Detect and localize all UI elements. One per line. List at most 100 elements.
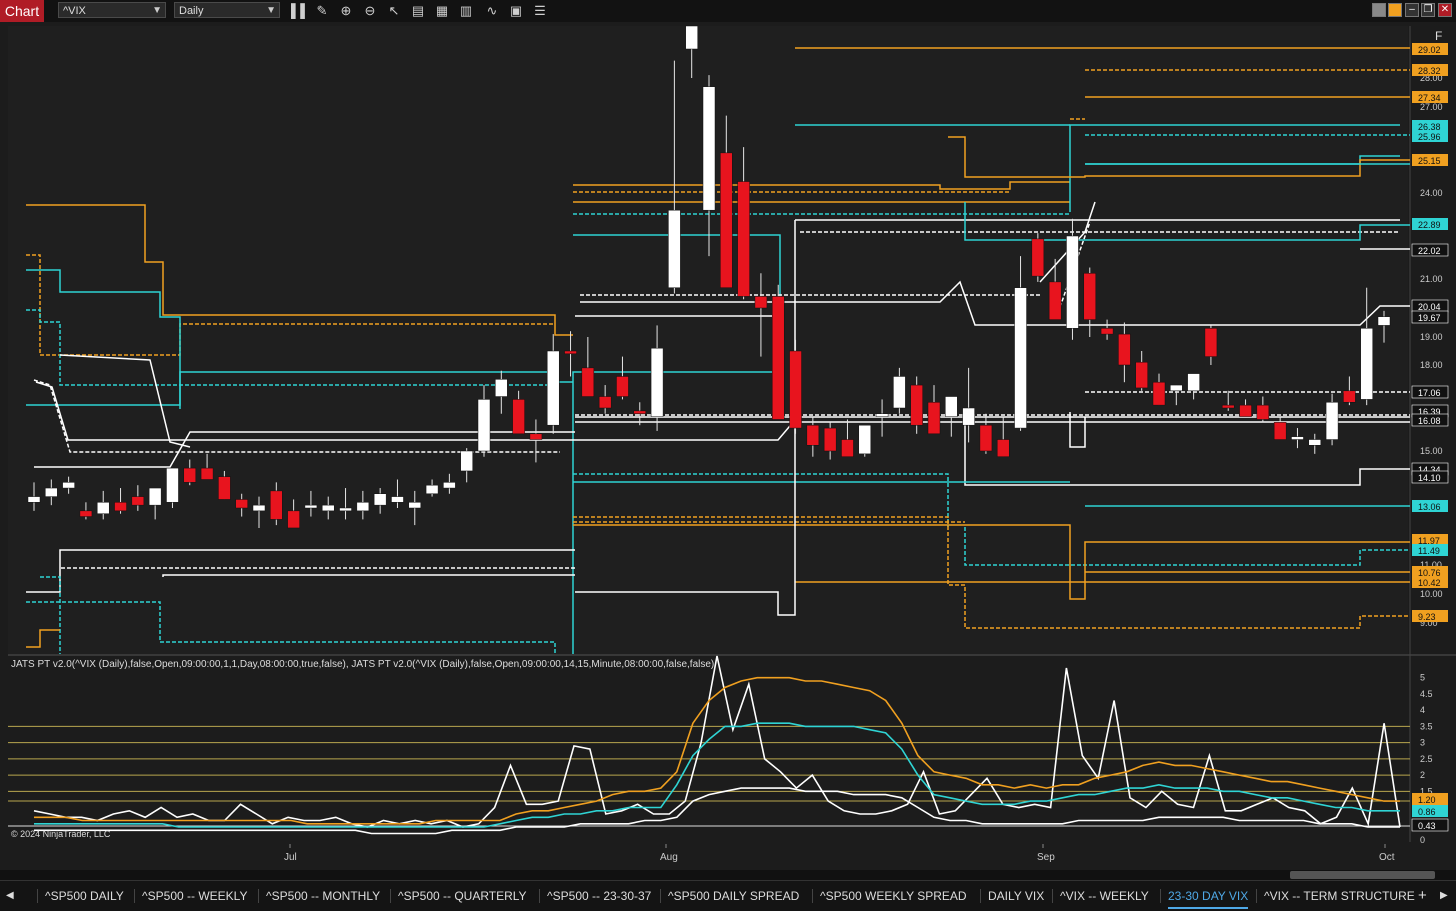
- price-label-text: 29.02: [1418, 45, 1441, 55]
- price-label-text: 14.10: [1418, 473, 1441, 483]
- zoom-in-icon[interactable]: ⊕: [338, 3, 354, 19]
- candle-body: [183, 467, 197, 483]
- tab-separator: [980, 889, 981, 903]
- scrollbar-thumb[interactable]: [1290, 871, 1435, 879]
- candle-body: [495, 379, 508, 397]
- tab-sp500-monthly[interactable]: ^SP500 -- MONTHLY: [266, 885, 380, 907]
- candle-body: [979, 424, 993, 452]
- candle-body: [1360, 328, 1373, 400]
- close-icon[interactable]: ✕: [1438, 3, 1452, 17]
- horizontal-scrollbar[interactable]: [0, 870, 1456, 880]
- candle-body: [1325, 402, 1339, 440]
- candle-body: [79, 510, 93, 517]
- candle-body: [408, 502, 422, 509]
- tab-separator: [134, 889, 135, 903]
- menu-icon[interactable]: ☰: [532, 3, 548, 19]
- price-label-text: 9.23: [1418, 612, 1436, 622]
- strategies-icon[interactable]: ▥: [458, 3, 474, 19]
- price-label-text: 20.04: [1418, 302, 1441, 312]
- link-gray-icon[interactable]: [1372, 3, 1386, 17]
- tab-sp500-weekly-spread[interactable]: ^SP500 WEEKLY SPREAD: [820, 885, 967, 907]
- tab-sp500-quarterly[interactable]: ^SP500 -- QUARTERLY: [398, 885, 527, 907]
- tab-sp500-daily[interactable]: ^SP500 DAILY: [45, 885, 124, 907]
- candle-body: [27, 496, 41, 503]
- tab-sp500-daily-spread[interactable]: ^SP500 DAILY SPREAD: [668, 885, 799, 907]
- indicator-label-text: 0.86: [1418, 807, 1436, 817]
- tab-separator: [812, 889, 813, 903]
- tab-separator: [660, 889, 661, 903]
- interval-selector[interactable]: Daily ▼: [174, 2, 280, 18]
- candle-body: [425, 484, 439, 495]
- chart-title: Chart: [0, 0, 44, 22]
- candle-body: [945, 396, 958, 417]
- bar-type-icon[interactable]: ▌▌: [291, 3, 309, 19]
- price-label-text: 16.08: [1418, 416, 1441, 426]
- price-label-text: 11.49: [1418, 546, 1440, 556]
- candle-body: [616, 376, 629, 397]
- candle-body: [529, 433, 543, 440]
- restore-icon[interactable]: ❐: [1421, 3, 1435, 17]
- candle-body: [1118, 333, 1131, 366]
- tab-sp500-weekly[interactable]: ^SP500 -- WEEKLY: [142, 885, 247, 907]
- candle-body: [1152, 381, 1166, 406]
- draw-pencil-icon[interactable]: ✎: [314, 3, 330, 19]
- add-tab-button[interactable]: +: [1418, 885, 1427, 907]
- candle-body: [1135, 361, 1148, 389]
- link-orange-icon[interactable]: [1388, 3, 1402, 17]
- tab-separator: [37, 889, 38, 903]
- properties-icon[interactable]: ▦: [434, 3, 450, 19]
- price-tick: 10.00: [1420, 589, 1443, 599]
- data-box-icon[interactable]: ▤: [410, 3, 426, 19]
- date-label: Oct: [1379, 852, 1395, 863]
- tab-vix-term-structure[interactable]: ^VIX -- TERM STRUCTURE: [1264, 885, 1415, 907]
- indicators-icon[interactable]: ∿: [484, 3, 500, 19]
- candle-body: [1221, 404, 1235, 409]
- price-tick: 21.00: [1420, 274, 1443, 284]
- tab-separator: [1052, 889, 1053, 903]
- price-label-text: 22.02: [1418, 246, 1441, 256]
- candle-body: [823, 427, 837, 452]
- tab-scroll-right-icon[interactable]: ▶: [1440, 885, 1448, 907]
- candle-body: [287, 510, 300, 529]
- price-label-text: 22.89: [1418, 220, 1441, 230]
- candle-body: [96, 502, 110, 514]
- candle-body: [858, 424, 872, 455]
- candle-body: [148, 487, 162, 506]
- tab-scroll-left-icon[interactable]: ◀: [6, 885, 14, 907]
- price-tick: 19.00: [1420, 332, 1443, 342]
- price-label-text: 25.96: [1418, 132, 1441, 142]
- candle-body: [304, 504, 318, 509]
- indicator-tick: 4: [1420, 705, 1425, 715]
- tab-sp500-23-30-37[interactable]: ^SP500 -- 23-30-37: [547, 885, 651, 907]
- indicator-tick: 2.5: [1420, 754, 1433, 764]
- instrument-selector[interactable]: ^VIX ▼: [58, 2, 166, 18]
- candle-body: [841, 439, 854, 457]
- candle-body: [1100, 328, 1114, 335]
- candle-body: [1256, 404, 1270, 420]
- candle-body: [356, 502, 370, 512]
- price-label-text: 13.06: [1418, 502, 1441, 512]
- pointer-icon[interactable]: ↖: [386, 3, 402, 19]
- zoom-out-icon[interactable]: ⊖: [362, 3, 378, 19]
- interval-value: Daily: [179, 5, 204, 17]
- candle-body: [702, 86, 716, 211]
- indicator-label: JATS PT v2.0(^VIX (Daily),false,Open,09:…: [11, 659, 714, 670]
- candle-body: [806, 424, 820, 446]
- date-label: Sep: [1037, 852, 1055, 863]
- price-tick: 24.00: [1420, 188, 1443, 198]
- tab-daily-vix[interactable]: DAILY VIX: [988, 885, 1044, 907]
- candle-body: [685, 25, 698, 50]
- templates-icon[interactable]: ▣: [508, 3, 524, 19]
- candle-body: [754, 296, 768, 309]
- candle-body: [1031, 238, 1045, 277]
- tab-23-30-day-vix[interactable]: 23-30 DAY VIX: [1168, 885, 1249, 909]
- chart-area[interactable]: 29.0028.0027.0024.0021.0019.0018.0015.00…: [0, 22, 1456, 870]
- candle-body: [1239, 404, 1252, 417]
- candle-body: [270, 490, 283, 520]
- candle-body: [373, 493, 387, 506]
- minimize-icon[interactable]: –: [1405, 3, 1419, 17]
- indicator-label-text: 1.20: [1418, 795, 1436, 805]
- candle-body: [1343, 390, 1356, 403]
- tab-vix-weekly[interactable]: ^VIX -- WEEKLY: [1060, 885, 1149, 907]
- price-label-text: 28.32: [1418, 66, 1441, 76]
